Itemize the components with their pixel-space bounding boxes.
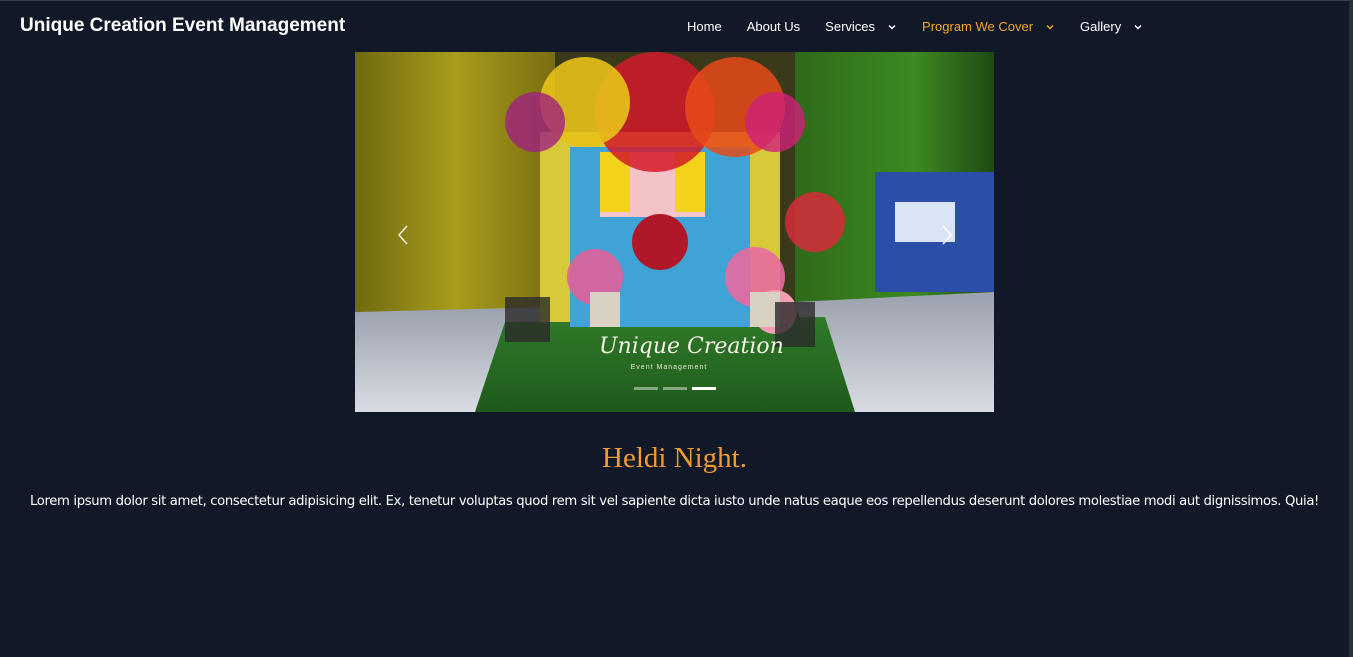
nav-item-label: Home [687,19,722,34]
nav-menu: Home About Us Services Program We Cover … [687,19,1168,34]
slide-description: Lorem ipsum dolor sit amet, consectetur … [30,494,1319,509]
slide-title: Heldi Night. [602,442,747,474]
nav-item-program-we-cover[interactable]: Program We Cover [922,19,1055,34]
chevron-down-icon [1045,22,1055,32]
chevron-down-icon [1133,22,1143,32]
chevron-left-icon [397,225,408,245]
nav-item-about-us[interactable]: About Us [747,19,800,34]
carousel-indicator-3[interactable] [692,387,716,390]
nav-item-label: About Us [746,19,801,34]
image-carousel[interactable]: Unique Creation Event Management [355,52,994,412]
brand-logo[interactable]: Unique Creation Event Management [20,15,345,37]
carousel-prev-button[interactable] [389,220,419,250]
watermark-subtitle: Event Management [630,364,708,371]
scrollbar[interactable] [1349,0,1353,657]
watermark-title: Unique Creation [599,334,784,359]
carousel-indicators [634,387,721,390]
navbar: Unique Creation Event Management Home Ab… [0,1,1349,51]
chevron-down-icon [887,22,897,32]
nav-item-services[interactable]: Services [825,19,897,34]
carousel-next-button[interactable] [931,220,961,250]
nav-item-gallery[interactable]: Gallery [1080,19,1143,34]
carousel-indicator-1[interactable] [634,387,658,390]
nav-item-label: Program We Cover [922,19,1034,34]
chevron-right-icon [942,225,953,245]
nav-item-home[interactable]: Home [687,19,722,34]
nav-item-label: Services [825,19,876,34]
carousel-indicator-2[interactable] [663,387,687,390]
nav-item-label: Gallery [1080,19,1122,34]
